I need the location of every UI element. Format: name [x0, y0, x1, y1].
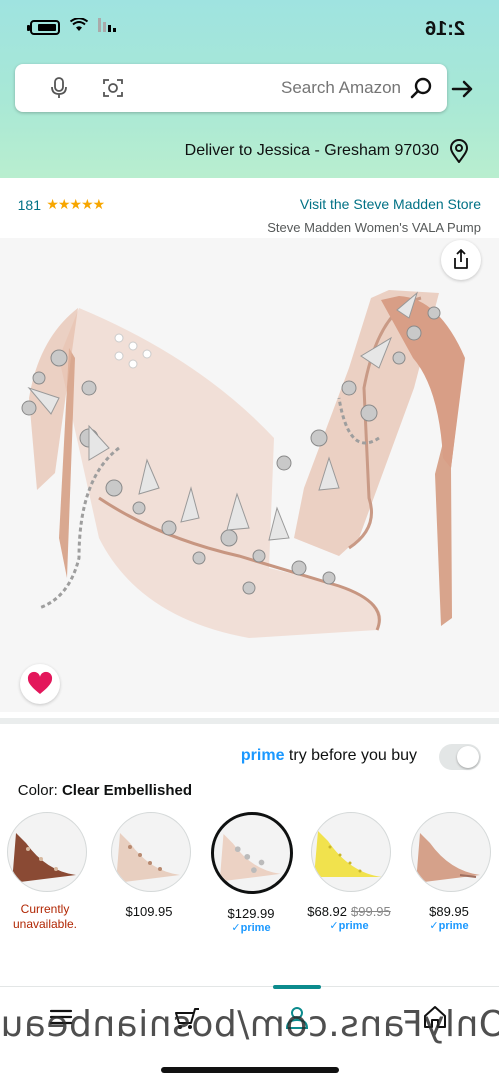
product-title: Steve Madden Women's VALA Pump — [267, 220, 481, 235]
variant-price: $68.92 $99.95 — [307, 904, 391, 919]
variant-swatch — [311, 812, 391, 892]
rating[interactable]: ★★★★★ 181 — [18, 196, 105, 213]
variant-swatch — [111, 812, 191, 892]
prime-try-text: try before you buy — [288, 747, 417, 764]
variant-prime-badge: ✓prime — [429, 920, 469, 932]
rating-stars: ★★★★★ — [47, 196, 106, 212]
battery-icon — [30, 19, 60, 35]
watermark: OnlyFans.com/bosnianbeau — [0, 1004, 499, 1045]
color-label: Color: — [18, 782, 59, 799]
variant-price: $89.95 — [429, 904, 469, 919]
product-image-area[interactable] — [0, 238, 499, 712]
variant-unavailable: Currently unavailable. — [12, 902, 78, 931]
prime-word: prime — [240, 747, 285, 764]
camera-icon[interactable] — [101, 76, 125, 100]
heart-icon — [27, 671, 53, 694]
store-row: Visit the Steve Madden Store ★★★★★ 181 — [18, 196, 481, 216]
variant-clear-studs[interactable]: $109.95 — [107, 812, 191, 919]
prime-try-toggle[interactable] — [439, 744, 481, 770]
variant-nude[interactable]: $89.95 ✓prime — [407, 812, 491, 932]
share-icon — [454, 249, 468, 269]
store-link[interactable]: Visit the Steve Madden Store — [300, 196, 481, 212]
favorite-button[interactable] — [20, 664, 60, 704]
variant-price: $129.99 — [227, 906, 275, 921]
signal-icon — [98, 18, 116, 36]
color-variants: $89.95 ✓prime $68.92 $99.95 ✓prime $129.9… — [0, 812, 499, 952]
color-selection-label: Color: Clear Embellished — [18, 782, 192, 799]
variant-swatch — [211, 812, 293, 894]
status-bar: 2:16 — [0, 0, 499, 56]
product-image — [21, 290, 465, 638]
location-pin-icon — [449, 139, 469, 163]
variant-clear-embellished[interactable]: $129.99 ✓prime — [209, 812, 293, 934]
prime-try-label: prime try before you buy — [241, 747, 417, 765]
variant-price: $109.95 — [125, 904, 173, 919]
status-time: 2:16 — [424, 18, 465, 40]
variant-prime-badge: ✓prime — [231, 922, 271, 934]
variant-swatch — [411, 812, 491, 892]
mic-icon[interactable] — [47, 76, 71, 100]
rating-count: 181 — [18, 196, 42, 213]
status-icons — [30, 17, 116, 36]
deliver-text: Deliver to Jessica - Gresham 97030 — [184, 142, 439, 159]
deliver-to-row[interactable]: Deliver to Jessica - Gresham 97030 — [185, 136, 469, 166]
home-indicator-bar — [161, 1067, 339, 1073]
variant-yellow[interactable]: $68.92 $99.95 ✓prime — [307, 812, 391, 932]
section-divider — [0, 718, 499, 724]
search-icon[interactable] — [409, 76, 433, 100]
nav-active-indicator — [273, 985, 321, 989]
search-input[interactable] — [161, 74, 401, 102]
share-button[interactable] — [441, 240, 481, 280]
variant-swatch — [7, 812, 87, 892]
search-row — [0, 64, 499, 114]
variant-brown[interactable]: Currently unavailable. — [3, 812, 87, 932]
wifi-icon — [69, 17, 89, 36]
color-value: Clear Embellished — [62, 782, 193, 799]
variant-prime-badge: ✓prime — [329, 920, 369, 932]
back-arrow-icon[interactable] — [447, 74, 477, 104]
search-box[interactable] — [15, 64, 447, 112]
prime-try-before-you-buy: prime try before you buy — [0, 740, 499, 774]
